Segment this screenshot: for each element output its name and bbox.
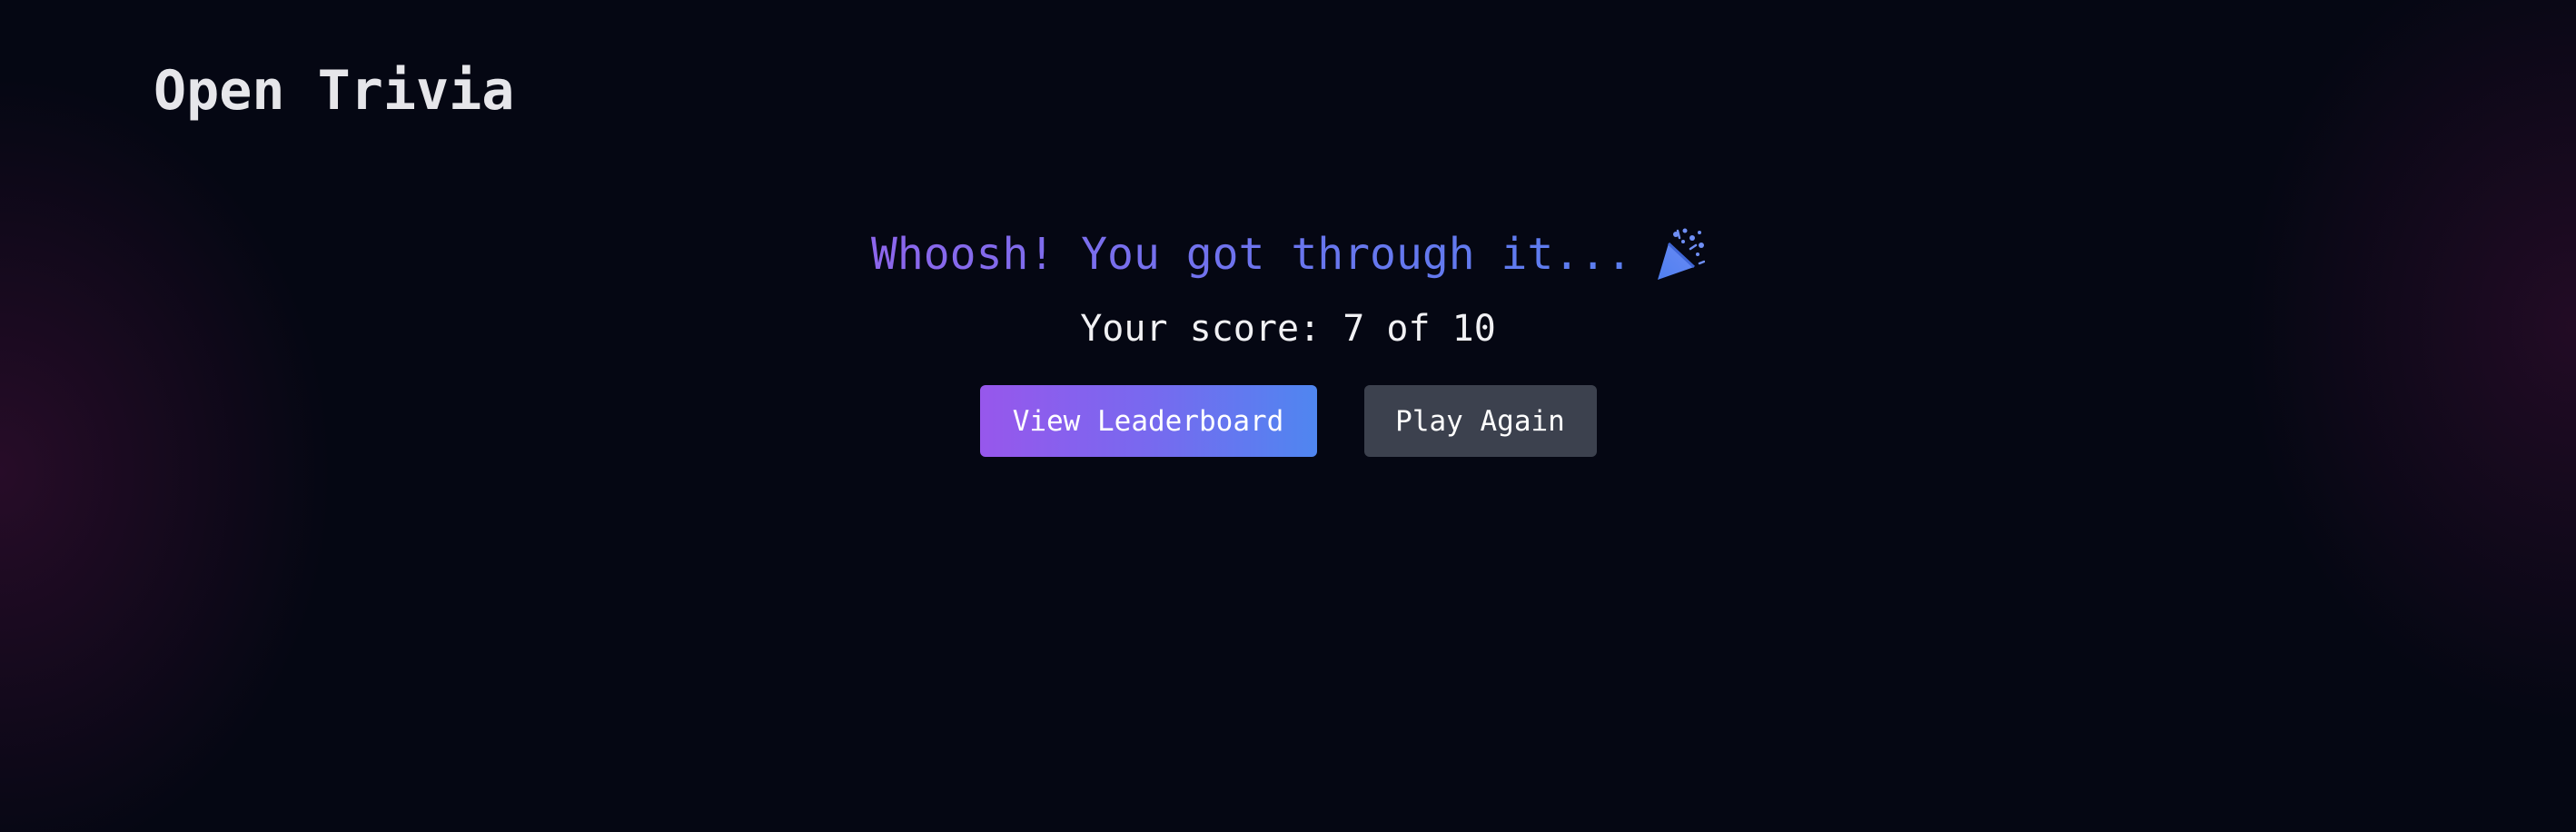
results-headline: Whoosh! You got through it... bbox=[871, 218, 1706, 291]
results-headline-text: Whoosh! You got through it... bbox=[871, 218, 1632, 291]
results-actions: View Leaderboard Play Again bbox=[0, 385, 2576, 457]
play-again-button[interactable]: Play Again bbox=[1363, 385, 1597, 457]
app-title: Open Trivia bbox=[154, 59, 515, 123]
view-leaderboard-button[interactable]: View Leaderboard bbox=[979, 385, 1317, 457]
party-popper-icon bbox=[1656, 227, 1706, 282]
score-text: Your score: 7 of 10 bbox=[1080, 308, 1496, 350]
results-panel: Whoosh! You got through it... Your score… bbox=[0, 218, 2576, 457]
